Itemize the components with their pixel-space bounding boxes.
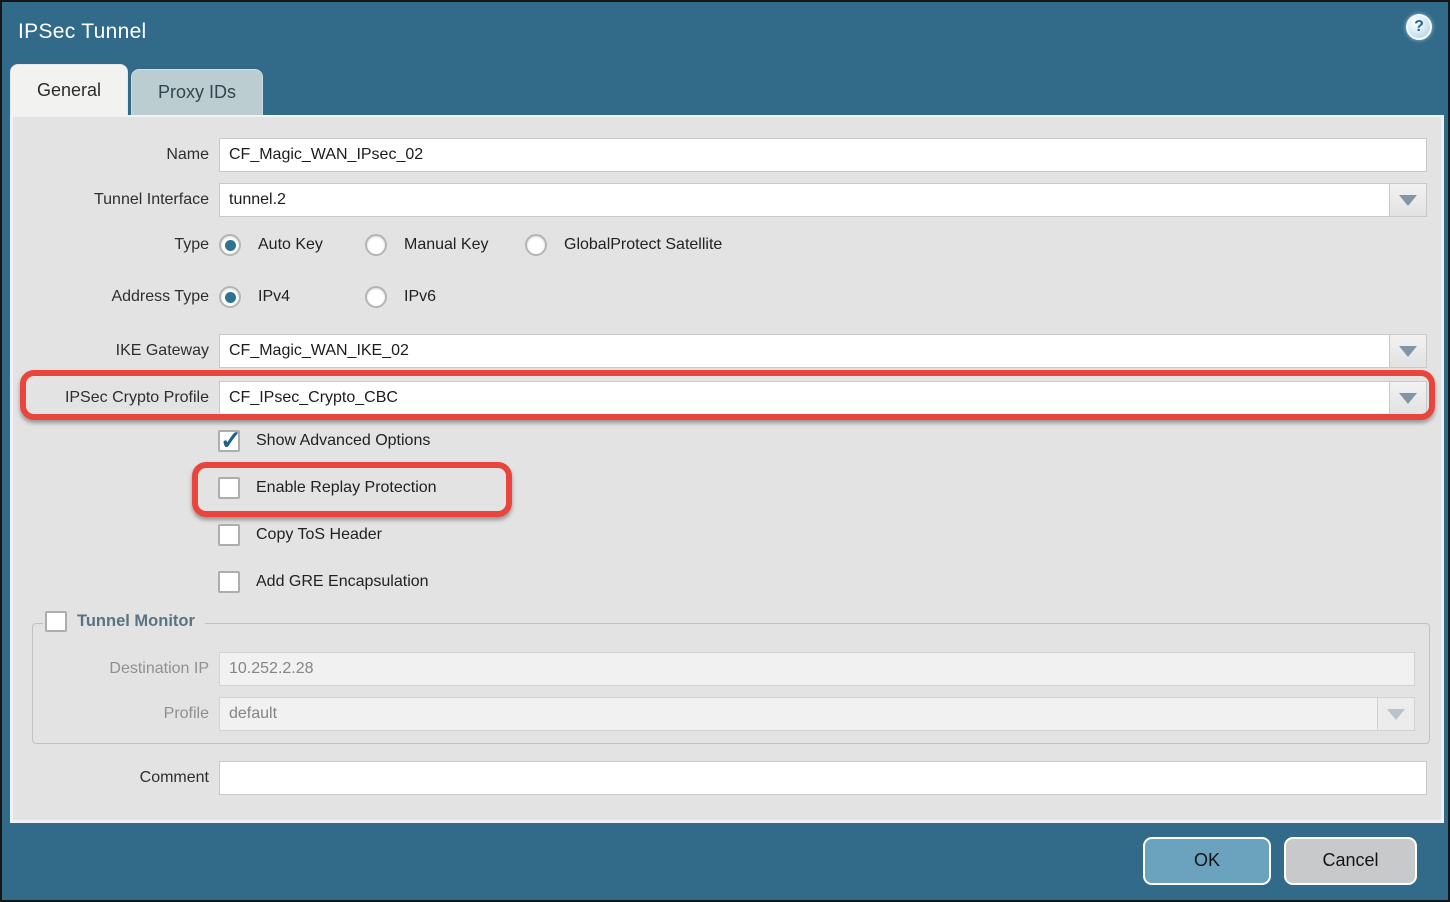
destination-ip-label: Destination IP — [13, 660, 209, 678]
form-row-add-gre-encapsulation: Add GRE Encapsulation — [218, 569, 429, 595]
tab-general[interactable]: General — [10, 64, 128, 115]
ipsec-crypto-profile-label: IPSec Crypto Profile — [13, 389, 209, 407]
dialog-title: IPSec Tunnel — [18, 20, 147, 44]
tunnel-interface-input[interactable] — [219, 183, 1389, 217]
copy-tos-header-checkbox[interactable] — [218, 524, 240, 546]
address-type-label: Address Type — [13, 288, 209, 306]
radio-item-auto-key: Auto Key — [219, 234, 365, 256]
radio-item-manual-key: Manual Key — [365, 234, 525, 256]
chevron-down-icon — [1399, 393, 1417, 404]
form-row-comment: Comment — [13, 761, 1441, 795]
globalprotect-satellite-radio[interactable] — [525, 234, 547, 256]
radio-item-ipv6: IPv6 — [365, 286, 436, 308]
general-tab-panel: Name Tunnel Interface Type Auto Key — [10, 115, 1444, 823]
tab-proxy-ids-label: Proxy IDs — [158, 82, 236, 103]
chevron-down-icon — [1387, 709, 1405, 720]
tunnel-interface-label: Tunnel Interface — [13, 191, 209, 209]
profile-label: Profile — [13, 705, 209, 723]
name-label: Name — [13, 146, 209, 164]
radio-item-ipv4: IPv4 — [219, 286, 365, 308]
tunnel-monitor-label: Tunnel Monitor — [77, 612, 195, 631]
tab-proxy-ids[interactable]: Proxy IDs — [131, 69, 263, 115]
profile-dropdown-button — [1377, 697, 1415, 731]
type-label: Type — [13, 236, 209, 254]
profile-input — [219, 697, 1377, 731]
destination-ip-input — [219, 652, 1415, 686]
auto-key-label: Auto Key — [258, 236, 323, 254]
enable-replay-protection-label: Enable Replay Protection — [256, 479, 437, 497]
chevron-down-icon — [1399, 346, 1417, 357]
chevron-down-icon — [1399, 195, 1417, 206]
help-icon[interactable]: ? — [1406, 14, 1432, 40]
ike-gateway-label: IKE Gateway — [13, 342, 209, 360]
form-row-tunnel-interface: Tunnel Interface — [13, 183, 1441, 217]
form-row-address-type: Address Type IPv4 IPv6 — [13, 283, 1441, 311]
comment-label: Comment — [13, 769, 209, 787]
show-advanced-options-label: Show Advanced Options — [256, 432, 430, 450]
tunnel-monitor-checkbox[interactable] — [45, 611, 67, 632]
form-row-type: Type Auto Key Manual Key GlobalProtect S… — [13, 231, 1441, 259]
type-radio-group: Auto Key Manual Key GlobalProtect Satell… — [219, 234, 722, 256]
show-advanced-options-checkbox[interactable] — [218, 430, 240, 452]
tab-general-label: General — [37, 80, 101, 101]
form-row-copy-tos-header: Copy ToS Header — [218, 522, 382, 548]
form-row-enable-replay-protection: Enable Replay Protection — [218, 475, 437, 501]
ipv6-radio[interactable] — [365, 286, 387, 308]
enable-replay-protection-checkbox[interactable] — [218, 477, 240, 499]
ipv4-label: IPv4 — [258, 288, 290, 306]
dialog-footer: OK Cancel — [2, 819, 1448, 900]
ipsec-crypto-profile-input[interactable] — [219, 381, 1389, 415]
form-row-name: Name — [13, 138, 1441, 172]
manual-key-radio[interactable] — [365, 234, 387, 256]
ike-gateway-input[interactable] — [219, 334, 1389, 368]
ipsec-crypto-profile-dropdown-button[interactable] — [1389, 381, 1427, 415]
dialog-titlebar: IPSec Tunnel ? — [2, 2, 1448, 62]
form-row-ipsec-crypto-profile: IPSec Crypto Profile — [13, 381, 1441, 415]
name-input[interactable] — [219, 138, 1427, 172]
form-row-ike-gateway: IKE Gateway — [13, 334, 1441, 368]
ok-button[interactable]: OK — [1143, 837, 1271, 885]
ipv4-radio[interactable] — [219, 286, 241, 308]
tunnel-monitor-legend: Tunnel Monitor — [43, 611, 205, 632]
copy-tos-header-label: Copy ToS Header — [256, 526, 382, 544]
form-row-profile: Profile — [13, 697, 1441, 731]
cancel-button[interactable]: Cancel — [1284, 837, 1417, 885]
radio-item-globalprotect-satellite: GlobalProtect Satellite — [525, 234, 722, 256]
form-row-destination-ip: Destination IP — [13, 652, 1441, 686]
add-gre-encapsulation-checkbox[interactable] — [218, 571, 240, 593]
form-row-show-advanced-options: Show Advanced Options — [218, 428, 430, 454]
address-type-radio-group: IPv4 IPv6 — [219, 286, 436, 308]
ipsec-tunnel-dialog: IPSec Tunnel ? General Proxy IDs Name Tu… — [0, 0, 1450, 902]
ike-gateway-dropdown-button[interactable] — [1389, 334, 1427, 368]
manual-key-label: Manual Key — [404, 236, 489, 254]
tab-bar: General Proxy IDs — [10, 64, 263, 115]
add-gre-encapsulation-label: Add GRE Encapsulation — [256, 573, 429, 591]
globalprotect-satellite-label: GlobalProtect Satellite — [564, 236, 722, 254]
comment-input[interactable] — [219, 761, 1427, 795]
ipv6-label: IPv6 — [404, 288, 436, 306]
auto-key-radio[interactable] — [219, 234, 241, 256]
tunnel-interface-dropdown-button[interactable] — [1389, 183, 1427, 217]
